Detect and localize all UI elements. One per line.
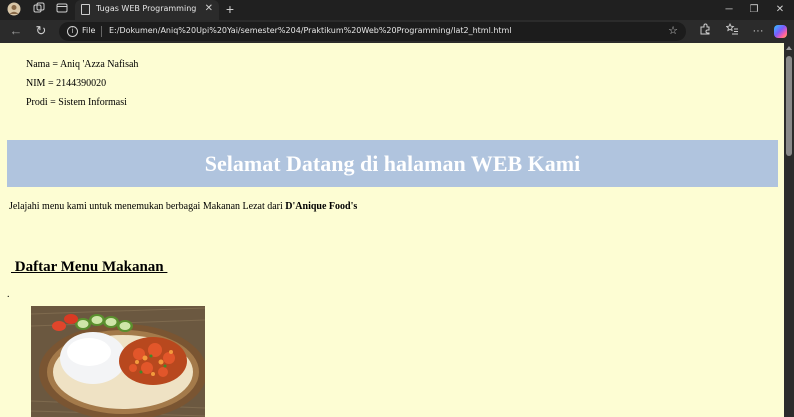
scrollbar-thumb[interactable] (786, 56, 792, 156)
tab-strip: Tugas WEB Programming ✕ + ─ ❐ ✕ (0, 0, 794, 20)
student-name: Nama = Aniq 'Azza Nafisah (26, 59, 139, 70)
browser-toolbar: ← ↻ i File E:/Dokumen/Aniq%20Upi%20Yai/s… (0, 20, 794, 43)
site-info-icon[interactable]: i (67, 26, 78, 37)
favorite-star-icon[interactable]: ☆ (668, 24, 678, 37)
minimize-icon[interactable]: ─ (719, 2, 739, 18)
menu-heading: Daftar Menu Makanan (11, 259, 168, 275)
close-tab-icon[interactable]: ✕ (205, 3, 213, 14)
vertical-scrollbar[interactable] (784, 43, 794, 417)
favorites-icon[interactable] (724, 22, 740, 39)
workspaces-icon[interactable] (31, 2, 47, 18)
scroll-up-icon[interactable] (786, 46, 792, 50)
brand-name: D'Anique Food's (285, 201, 358, 212)
tab-actions-icon[interactable] (54, 2, 70, 18)
address-divider (101, 26, 102, 37)
copilot-icon[interactable] (774, 25, 787, 38)
address-scheme-label: File (82, 26, 96, 35)
intro-text: Jelajahi menu kami untuk menemukan berba… (9, 201, 286, 212)
tab-active[interactable]: Tugas WEB Programming ✕ (75, 0, 219, 20)
page-viewport: Nama = Aniq 'Azza Nafisah NIM = 21443900… (0, 43, 784, 417)
tab-title: Tugas WEB Programming (96, 4, 197, 13)
close-window-icon[interactable]: ✕ (770, 2, 790, 18)
address-bar[interactable]: i File E:/Dokumen/Aniq%20Upi%20Yai/semes… (59, 22, 686, 41)
new-tab-icon[interactable]: + (222, 2, 238, 18)
address-url[interactable]: E:/Dokumen/Aniq%20Upi%20Yai/semester%204… (109, 26, 512, 35)
refresh-icon[interactable]: ↻ (33, 23, 49, 39)
intro-paragraph: Jelajahi menu kami untuk menemukan berba… (9, 201, 357, 212)
banner-title: Selamat Datang di halaman WEB Kami (204, 150, 581, 176)
stray-dot: . (7, 289, 10, 300)
profile-avatar-icon[interactable] (6, 2, 22, 18)
student-nim: NIM = 2144390020 (26, 78, 107, 89)
more-options-icon[interactable]: ··· (750, 23, 766, 39)
extensions-icon[interactable] (697, 23, 713, 39)
page-document-icon (81, 4, 90, 15)
restore-icon[interactable]: ❐ (744, 2, 764, 18)
food-photo (31, 306, 205, 417)
back-icon[interactable]: ← (8, 23, 24, 39)
student-prodi: Prodi = Sistem Informasi (26, 97, 127, 108)
welcome-banner: Selamat Datang di halaman WEB Kami (7, 140, 778, 187)
